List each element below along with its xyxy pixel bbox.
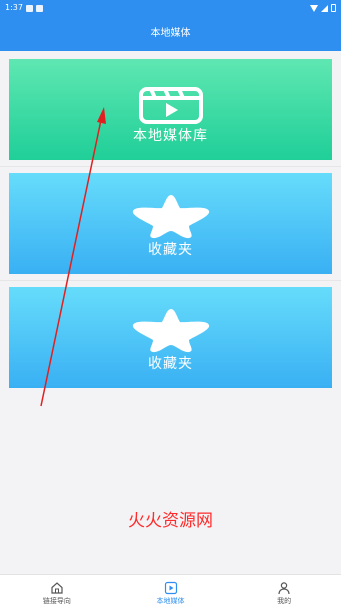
- wifi-icon: [310, 4, 318, 12]
- film-clapper-icon: [137, 79, 205, 125]
- status-time: 1:37: [5, 3, 23, 12]
- app-bar: 本地媒体: [0, 16, 341, 51]
- notification-icon: [25, 4, 33, 12]
- tab-local-media[interactable]: 本地媒体: [114, 575, 228, 606]
- card-label: 本地媒体库: [133, 128, 208, 144]
- status-bar: 1:37: [0, 0, 341, 16]
- favorites-card[interactable]: 收藏夹: [9, 287, 332, 388]
- play-icon: [164, 580, 178, 595]
- home-icon: [50, 580, 64, 595]
- divider: [0, 166, 341, 167]
- camera-icon: [35, 4, 43, 12]
- divider: [0, 280, 341, 281]
- tab-mine[interactable]: 我的: [227, 575, 341, 606]
- tab-label: 链接导向: [42, 597, 71, 605]
- star-icon: [127, 193, 215, 239]
- signal-icon: [321, 4, 328, 12]
- card-label: 收藏夹: [148, 242, 193, 258]
- card-label: 收藏夹: [148, 356, 193, 372]
- battery-icon: [331, 4, 336, 12]
- bottom-tab-bar: 链接导向 本地媒体 我的: [0, 574, 341, 606]
- tab-label: 本地媒体: [156, 597, 185, 605]
- watermark-text: 火火资源网: [128, 511, 213, 531]
- favorites-card[interactable]: 收藏夹: [9, 173, 332, 274]
- local-media-library-card[interactable]: 本地媒体库: [9, 59, 332, 160]
- tab-label: 我的: [277, 597, 292, 605]
- star-icon: [127, 307, 215, 353]
- tab-link-guide[interactable]: 链接导向: [0, 575, 114, 606]
- person-icon: [277, 580, 291, 595]
- page-title: 本地媒体: [150, 28, 191, 39]
